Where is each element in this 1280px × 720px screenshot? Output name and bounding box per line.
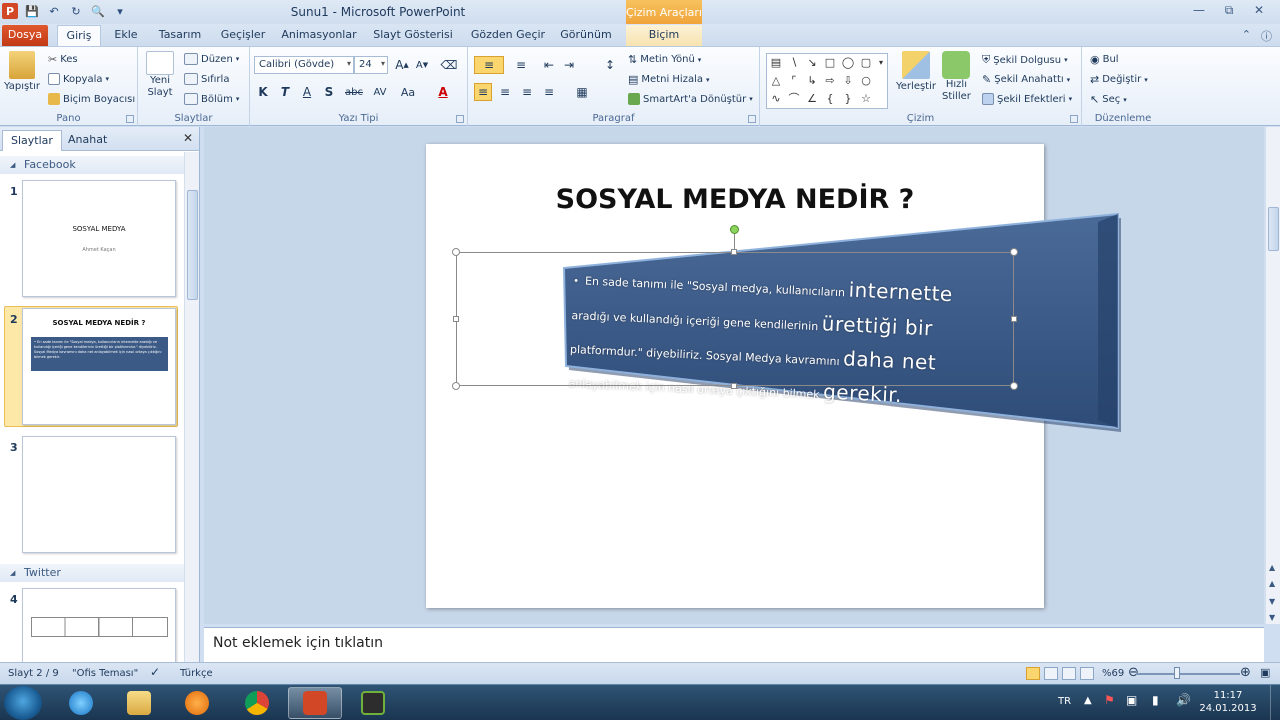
clock-date: 24.01.2013: [1199, 703, 1257, 714]
slide-sorter-icon[interactable]: [1044, 667, 1058, 680]
zoom-slider-knob[interactable]: [1174, 667, 1180, 679]
volume-icon[interactable]: 🔊: [1176, 693, 1191, 707]
zoom-slider[interactable]: [1136, 673, 1240, 675]
theme-name[interactable]: "Ofis Teması": [72, 668, 138, 679]
resize-handle-w[interactable]: [453, 316, 459, 322]
resize-handle-nw[interactable]: [452, 248, 460, 256]
slide-scrollbar[interactable]: ▲ ▲ ▼ ▼: [1265, 127, 1280, 624]
show-desktop-button[interactable]: [1270, 685, 1280, 720]
network-icon[interactable]: ▮: [1152, 693, 1159, 707]
spellcheck-icon[interactable]: ✓: [150, 665, 160, 679]
status-bar: Slayt 2 / 9 "Ofis Teması" ✓ Türkçe %69 ⊖…: [0, 662, 1280, 684]
media-player-icon: [185, 691, 209, 715]
next-slide-icon[interactable]: ▼: [1269, 597, 1275, 606]
powerpoint-icon: [303, 691, 327, 715]
chrome-icon: [245, 691, 269, 715]
resize-handle-e[interactable]: [1011, 316, 1017, 322]
resize-handle-n[interactable]: [731, 249, 737, 255]
action-center-icon[interactable]: ⚑: [1104, 693, 1115, 707]
reading-view-icon[interactable]: [1062, 667, 1076, 680]
selection-box[interactable]: [456, 252, 1014, 386]
recorder-icon: [361, 691, 385, 715]
taskbar-powerpoint[interactable]: [288, 687, 342, 719]
resize-handle-sw[interactable]: [452, 382, 460, 390]
taskbar-media-player[interactable]: [170, 687, 224, 719]
taskbar-camtasia[interactable]: [346, 687, 400, 719]
zoom-level[interactable]: %69: [1102, 668, 1124, 679]
prev-slide-icon[interactable]: ▲: [1269, 579, 1275, 588]
tray-app-icon[interactable]: ▣: [1126, 693, 1137, 707]
taskbar-chrome[interactable]: [230, 687, 284, 719]
resize-handle-s[interactable]: [731, 383, 737, 389]
slideshow-view-icon[interactable]: [1080, 667, 1094, 680]
zoom-in-icon[interactable]: ⊕: [1240, 665, 1251, 680]
resize-handle-se[interactable]: [1010, 382, 1018, 390]
scroll-thumb[interactable]: [1268, 207, 1279, 251]
rotation-handle[interactable]: [730, 225, 739, 234]
internet-explorer-icon: [69, 691, 93, 715]
tray-expand-icon[interactable]: ▲: [1084, 695, 1092, 706]
windows-taskbar: TR ▲ ⚑ ▣ ▮ 🔊 11:17 24.01.2013: [0, 684, 1280, 720]
folder-icon: [127, 691, 151, 715]
slide-counter: Slayt 2 / 9: [8, 668, 59, 679]
start-button[interactable]: [4, 686, 42, 720]
system-clock[interactable]: 11:17 24.01.2013: [1198, 689, 1258, 715]
fit-to-window-icon[interactable]: ▣: [1260, 666, 1270, 679]
notes-placeholder[interactable]: Not eklemek için tıklatın: [213, 635, 383, 651]
taskbar-internet-explorer[interactable]: [54, 687, 108, 719]
taskbar-explorer[interactable]: [112, 687, 166, 719]
normal-view-icon[interactable]: [1026, 667, 1040, 680]
input-language[interactable]: TR: [1058, 696, 1071, 707]
notes-pane[interactable]: Not eklemek için tıklatın: [204, 627, 1264, 662]
scroll-down-icon[interactable]: ▼: [1269, 613, 1275, 622]
clock-time: 11:17: [1213, 690, 1243, 701]
scroll-up-icon[interactable]: ▲: [1269, 563, 1275, 572]
language-indicator[interactable]: Türkçe: [180, 668, 213, 679]
resize-handle-ne[interactable]: [1010, 248, 1018, 256]
